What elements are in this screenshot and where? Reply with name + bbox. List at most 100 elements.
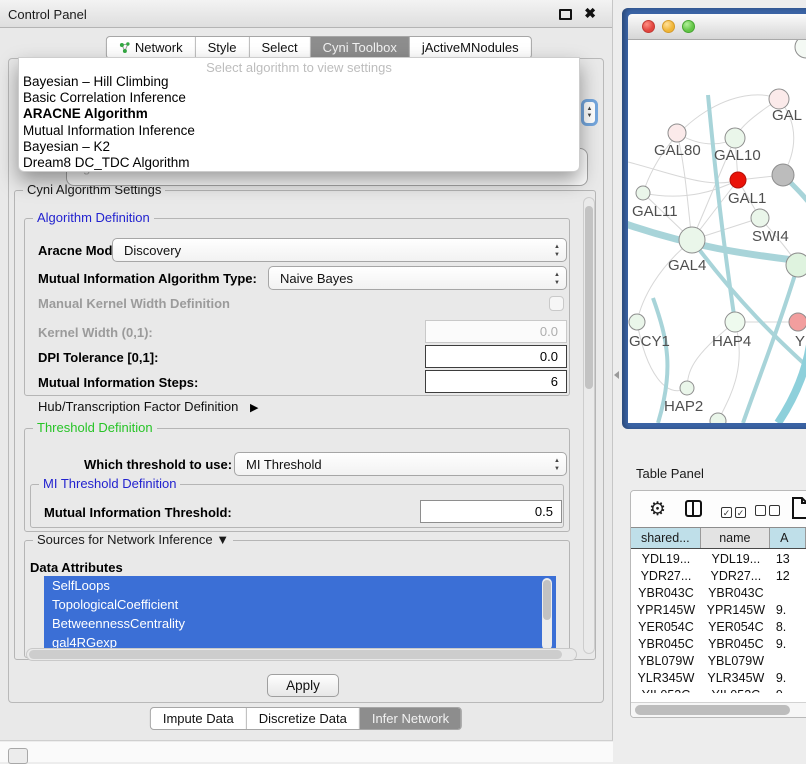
table-cell: YDL19... [701, 551, 771, 568]
network-node[interactable] [710, 413, 726, 423]
table-row[interactable]: YER054CYER054C8. [631, 619, 806, 636]
table-horizontal-scrollbar[interactable] [631, 702, 806, 717]
network-node-label: HAP4 [712, 333, 751, 350]
table-row[interactable]: YDR27...YDR27...12 [631, 568, 806, 585]
table-cell: YPR145W [631, 602, 701, 619]
network-node[interactable] [680, 381, 694, 395]
dpi-tolerance-label: DPI Tolerance [0,1]: [38, 350, 158, 365]
table-cell: YBR045C [701, 636, 771, 653]
algorithm-definition-title: Algorithm Definition [33, 210, 154, 225]
algorithm-popup-item[interactable]: ARACNE Algorithm [19, 106, 579, 122]
network-node[interactable] [725, 312, 745, 332]
bottom-tab[interactable]: Discretize Data [247, 708, 360, 729]
table-cell: YIL052C [631, 687, 701, 693]
minimize-traffic-light[interactable] [662, 20, 675, 33]
table-cell: 12 [771, 568, 806, 585]
kernel-width-field[interactable]: 0.0 [425, 320, 567, 343]
aracne-mode-combobox[interactable]: Discovery ▲▼ [112, 238, 567, 262]
settings-scrollbar[interactable] [583, 197, 595, 654]
network-node[interactable] [636, 186, 650, 200]
algorithm-popup-item[interactable]: Bayesian – Hill Climbing [19, 74, 579, 90]
settings-scroll-thumb[interactable] [585, 206, 593, 389]
table-row[interactable]: YLR345WYLR345W9. [631, 670, 806, 687]
table-cell: YBL079W [631, 653, 701, 670]
table-row[interactable]: YPR145WYPR145W9. [631, 602, 806, 619]
inference-algorithm-combobox-stepper[interactable]: ▲ ▼ [581, 99, 598, 126]
table-row[interactable]: YBL079WYBL079W [631, 653, 806, 670]
splitter-collapse-icon[interactable] [614, 371, 619, 379]
network-node[interactable] [668, 124, 686, 142]
table-row[interactable]: YDL19...YDL19...13 [631, 551, 806, 568]
network-node[interactable] [786, 253, 806, 277]
select-all-checkboxes-icon[interactable]: ✓✓ [721, 503, 749, 521]
tab[interactable]: Cyni Toolbox [311, 37, 410, 58]
aracne-mode-value: Discovery [124, 243, 181, 258]
table-row[interactable]: YBR043CYBR043C [631, 585, 806, 602]
gear-icon[interactable]: ⚙ [649, 498, 666, 521]
manual-kernel-checkbox[interactable] [549, 296, 564, 311]
background-strip [0, 742, 613, 762]
algorithm-popup-item[interactable]: Bayesian – K2 [19, 139, 579, 155]
network-node[interactable] [769, 89, 789, 109]
network-node-label: HAP2 [664, 398, 703, 415]
attributes-scrollbar[interactable] [542, 578, 552, 650]
network-window-titlebar[interactable] [628, 14, 806, 40]
data-attribute-item[interactable]: TopologicalCoefficient [44, 595, 556, 614]
network-node[interactable] [629, 314, 645, 330]
tab[interactable]: Select [249, 37, 310, 58]
mi-type-combobox[interactable]: Naive Bayes ▲▼ [268, 266, 567, 290]
network-canvas[interactable]: GALGAL80GAL10GAL1GAL11GAL4SWI4GCY1HAP4YH… [628, 40, 806, 423]
algorithm-popup-item[interactable]: Basic Correlation Inference [19, 90, 579, 106]
sources-hscroll-thumb[interactable] [29, 650, 562, 659]
network-node[interactable] [789, 313, 806, 331]
mi-threshold-label: Mutual Information Threshold: [44, 505, 232, 520]
table-hscroll-thumb[interactable] [635, 705, 790, 715]
table-row[interactable]: YBR045CYBR045C9. [631, 636, 806, 653]
network-node[interactable] [679, 227, 705, 253]
tab[interactable]: jActiveMNodules [410, 37, 531, 58]
close-icon[interactable]: ✖ [584, 5, 596, 22]
table-column-header[interactable]: name [701, 528, 771, 548]
deselect-all-checkboxes-icon[interactable] [755, 503, 783, 521]
table-cell [771, 653, 806, 670]
close-traffic-light[interactable] [642, 20, 655, 33]
apply-button[interactable]: Apply [267, 674, 339, 697]
attributes-scroll-thumb[interactable] [543, 580, 551, 620]
mi-steps-label: Mutual Information Steps: [38, 375, 198, 390]
network-node[interactable] [730, 172, 746, 188]
sources-horizontal-scrollbar[interactable] [26, 648, 577, 661]
float-window-icon[interactable] [559, 9, 572, 20]
table-cell: YLR345W [631, 670, 701, 687]
algorithm-popup-item[interactable]: Dream8 DC_TDC Algorithm [19, 155, 579, 171]
table-column-header[interactable]: A [770, 528, 806, 548]
network-node[interactable] [795, 40, 806, 58]
stepper-up-icon: ▲ [587, 106, 593, 113]
table-body: YDL19...YDL19...13YDR27...YDR27...12YBR0… [631, 551, 806, 693]
network-tab-icon [119, 42, 131, 54]
hub-definition-expander[interactable]: Hub/Transcription Factor Definition ▶ [38, 399, 258, 414]
mi-threshold-field[interactable]: 0.5 [420, 500, 562, 523]
columns-icon[interactable] [685, 500, 702, 517]
mi-steps-field[interactable]: 6 [425, 370, 567, 393]
table-column-header[interactable]: shared... [631, 528, 701, 548]
table-cell: 9. [771, 670, 806, 687]
bottom-tab[interactable]: Impute Data [151, 708, 247, 729]
table-cell: YBL079W [701, 653, 771, 670]
dpi-tolerance-field[interactable]: 0.0 [425, 345, 567, 368]
sources-group-title[interactable]: Sources for Network Inference ▼ [33, 532, 233, 547]
bottom-tab[interactable]: Infer Network [360, 708, 461, 729]
stepper-arrows-icon: ▲▼ [554, 271, 560, 287]
tab[interactable]: Network [107, 37, 196, 58]
tab[interactable]: Style [196, 37, 250, 58]
network-node[interactable] [751, 209, 769, 227]
table-row[interactable]: YIL052CYIL052C9. [631, 687, 806, 693]
document-icon[interactable] [791, 497, 806, 524]
table-cell: YBR043C [631, 585, 701, 602]
which-threshold-combobox[interactable]: MI Threshold ▲▼ [234, 452, 567, 476]
zoom-traffic-light[interactable] [682, 20, 695, 33]
data-attribute-item[interactable]: SelfLoops [44, 576, 556, 595]
network-node[interactable] [725, 128, 745, 148]
data-attribute-item[interactable]: BetweennessCentrality [44, 614, 556, 633]
network-node[interactable] [772, 164, 794, 186]
algorithm-popup-item[interactable]: Mutual Information Inference [19, 123, 579, 139]
